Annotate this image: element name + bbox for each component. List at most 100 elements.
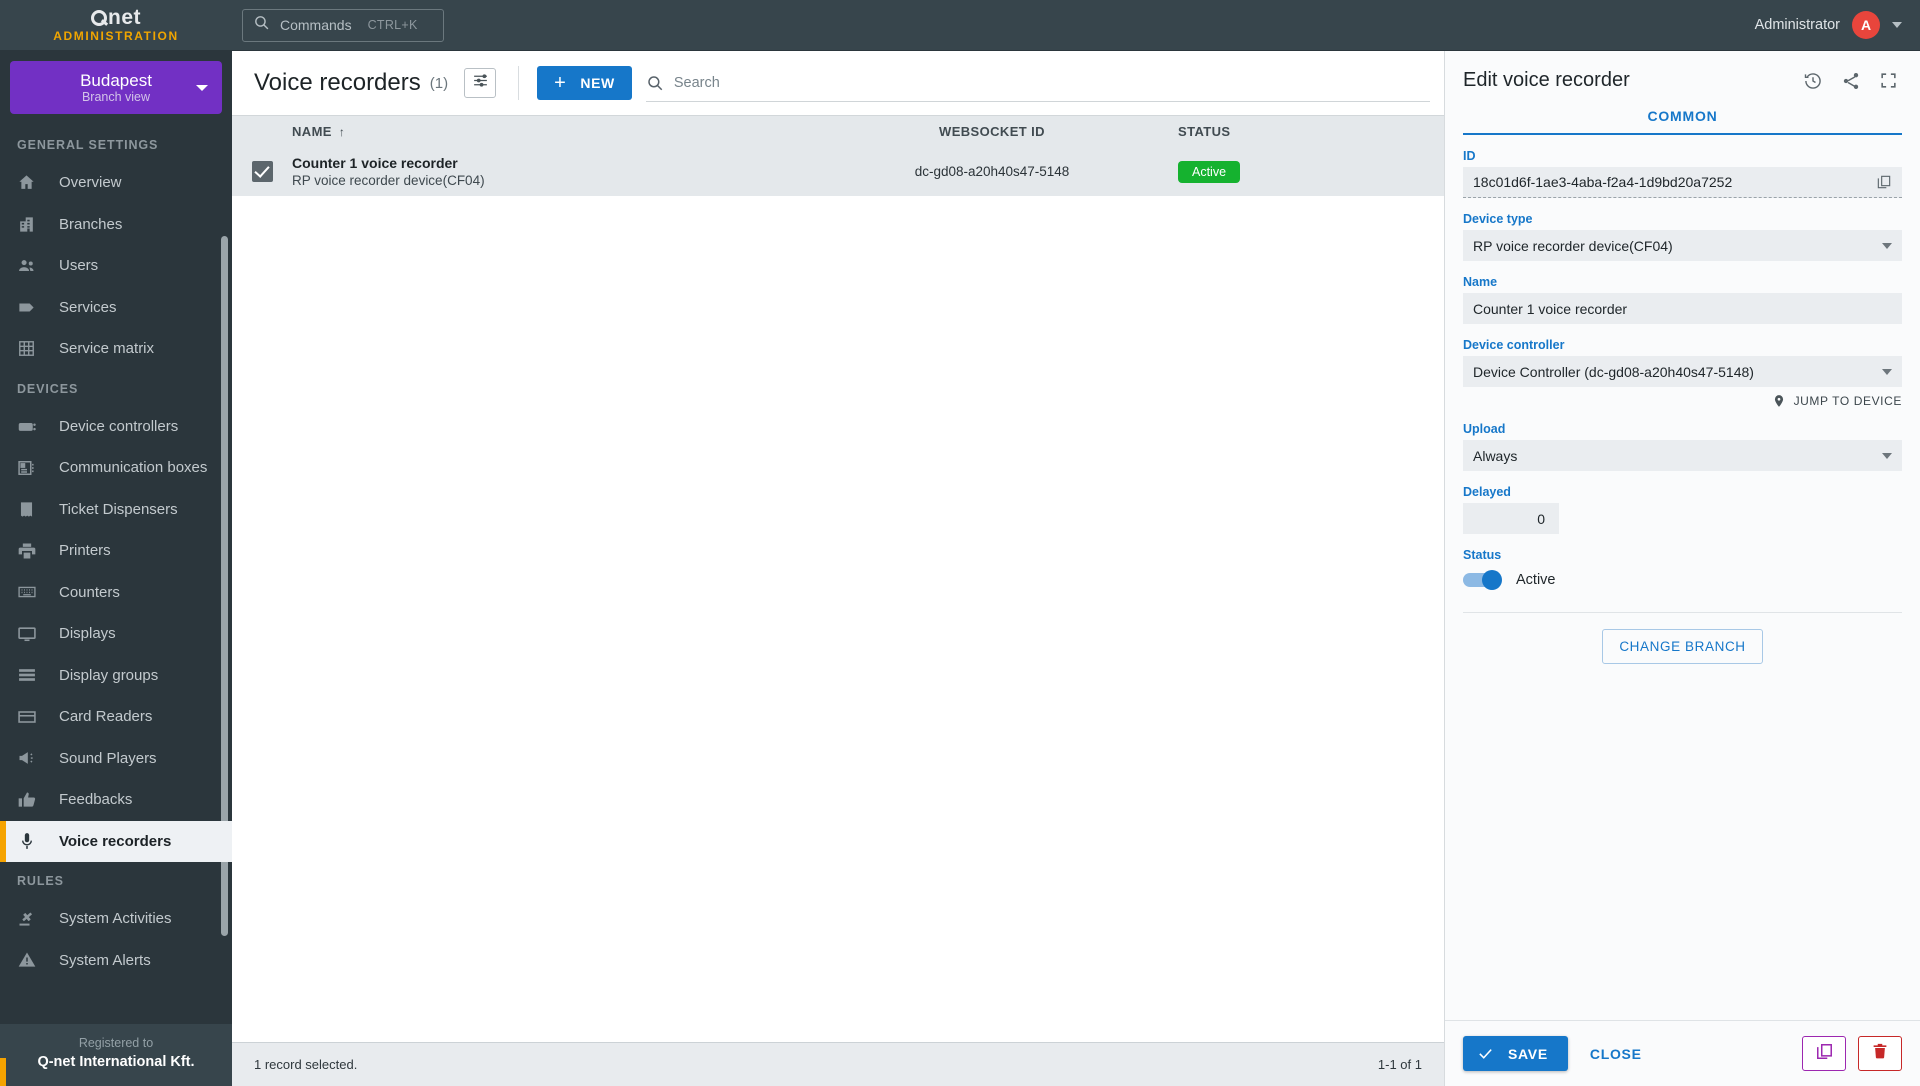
field-upload-label: Upload	[1463, 422, 1506, 436]
tab-common[interactable]: COMMON	[1647, 108, 1717, 133]
registered-to-label: Registered to	[78, 1036, 154, 1050]
chevron-down-icon	[1882, 368, 1892, 375]
sidebar-item-display-groups[interactable]: Display groups	[0, 655, 232, 697]
field-device-type-select[interactable]: RP voice recorder device(CF04)	[1463, 230, 1902, 261]
status-toggle[interactable]	[1463, 570, 1502, 590]
field-device-controller-select[interactable]: Device Controller (dc-gd08-a20h40s47-514…	[1463, 356, 1902, 387]
user-menu[interactable]: Administrator A	[1755, 11, 1902, 39]
brand-subtitle: ADMINISTRATION	[53, 29, 179, 43]
copy-icon[interactable]	[1876, 174, 1892, 190]
filter-settings-button[interactable]	[464, 68, 497, 98]
sidebar-item-system-alerts[interactable]: System Alerts	[0, 940, 232, 982]
sidebar-item-sound-players[interactable]: Sound Players	[0, 738, 232, 780]
edit-panel-tabs: COMMON	[1463, 108, 1902, 135]
field-upload-value: Always	[1473, 447, 1518, 464]
field-name-label: Name	[1463, 275, 1498, 289]
sidebar-item-label: Ticket Dispensers	[59, 500, 178, 518]
row-checkbox[interactable]	[251, 161, 273, 182]
plus-icon: +	[554, 72, 567, 94]
sidebar-item-branches[interactable]: Branches	[0, 204, 232, 246]
sidebar-item-label: Device controllers	[59, 417, 179, 435]
trash-icon	[1871, 1042, 1889, 1065]
edit-panel-header: Edit voice recorder	[1445, 51, 1920, 92]
search-icon	[253, 14, 270, 36]
sidebar-item-counters[interactable]: Counters	[0, 572, 232, 614]
sidebar-item-label: Users	[59, 257, 99, 275]
sort-ascending-icon: ↑	[338, 124, 346, 139]
list-footer: 1 record selected. 1-1 of 1	[232, 1042, 1444, 1086]
sidebar-item-card-readers[interactable]: Card Readers	[0, 696, 232, 738]
list-toolbar: Voice recorders (1) + NEW	[232, 51, 1444, 115]
sidebar-item-displays[interactable]: Displays	[0, 613, 232, 655]
chevron-down-icon	[1882, 452, 1892, 459]
edit-panel-footer: SAVE CLOSE	[1445, 1020, 1920, 1086]
field-device-controller-label: Device controller	[1463, 338, 1565, 352]
search-input[interactable]	[673, 74, 1430, 91]
edit-panel: Edit voice recorder COMMON ID 18c01d6f-1…	[1445, 51, 1920, 1086]
sidebar-item-ticket-dispensers[interactable]: Ticket Dispensers	[0, 489, 232, 531]
comm-box-icon	[17, 458, 47, 478]
sidebar-item-communication-boxes[interactable]: Communication boxes	[0, 447, 232, 489]
save-button[interactable]: SAVE	[1463, 1036, 1568, 1071]
sidebar-item-label: Service matrix	[59, 340, 155, 358]
sidebar-item-users[interactable]: Users	[0, 245, 232, 287]
column-header-websocket-id[interactable]: WEBSOCKET ID	[852, 124, 1132, 139]
share-icon[interactable]	[1841, 71, 1861, 91]
commands-search-box[interactable]: Commands CTRL+K	[242, 8, 444, 42]
save-button-label: SAVE	[1508, 1045, 1548, 1062]
monitor-icon	[17, 624, 47, 644]
fullscreen-icon[interactable]	[1879, 71, 1898, 90]
delete-button[interactable]	[1858, 1036, 1902, 1071]
column-header-status[interactable]: STATUS	[1132, 124, 1444, 139]
row-checkbox-cell[interactable]	[232, 161, 292, 182]
commands-label: Commands	[280, 17, 352, 33]
page-title: Voice recorders	[254, 69, 421, 96]
sidebar-item-service-matrix[interactable]: Service matrix	[0, 328, 232, 370]
new-button-label: NEW	[580, 75, 615, 91]
field-upload-select[interactable]: Always	[1463, 440, 1902, 471]
sidebar-section-devices: DEVICES	[17, 381, 79, 396]
sidebar-item-feedbacks[interactable]: Feedbacks	[0, 779, 232, 821]
column-header-name[interactable]: NAME ↑	[232, 124, 852, 139]
ticket-dispenser-icon	[17, 500, 47, 519]
branch-view-label: Branch view	[81, 89, 151, 104]
sidebar-item-label: Printers	[59, 542, 111, 560]
sidebar-item-voice-recorders[interactable]: Voice recorders	[0, 820, 232, 862]
search-field[interactable]	[645, 64, 1430, 102]
branch-selector[interactable]: Budapest Branch view	[10, 61, 222, 114]
card-reader-icon	[17, 707, 47, 727]
field-delayed-input[interactable]: 0	[1463, 503, 1559, 534]
sidebar-item-label: Card Readers	[59, 708, 153, 726]
field-id-input[interactable]: 18c01d6f-1ae3-4aba-f2a4-1d9bd20a7252	[1463, 167, 1902, 198]
table-row[interactable]: Counter 1 voice recorder RP voice record…	[232, 147, 1444, 196]
duplicate-button[interactable]	[1802, 1036, 1846, 1071]
sidebar-item-services[interactable]: Services	[0, 287, 232, 329]
q-logo-icon	[91, 10, 107, 26]
column-header-name-label: NAME	[292, 124, 332, 139]
building-icon	[17, 215, 47, 234]
field-device-controller-value: Device Controller (dc-gd08-a20h40s47-514…	[1473, 363, 1754, 380]
stack-icon	[17, 665, 47, 685]
status-toggle-label: Active	[1516, 572, 1556, 588]
microphone-icon	[17, 831, 47, 851]
chevron-down-icon	[196, 84, 208, 91]
map-pin-icon	[1772, 394, 1786, 408]
chevron-down-icon	[1882, 242, 1892, 249]
tag-icon	[17, 298, 47, 317]
close-button[interactable]: CLOSE	[1590, 1046, 1642, 1062]
jump-to-device-link[interactable]: JUMP TO DEVICE	[1463, 394, 1902, 408]
change-branch-button[interactable]: CHANGE BRANCH	[1602, 629, 1763, 664]
field-name-input[interactable]: Counter 1 voice recorder	[1463, 293, 1902, 324]
field-id: ID 18c01d6f-1ae3-4aba-f2a4-1d9bd20a7252	[1463, 149, 1902, 198]
sidebar-item-device-controllers[interactable]: Device controllers	[0, 406, 232, 448]
sidebar-item-system-activities[interactable]: System Activities	[0, 898, 232, 940]
app-logo: net	[91, 7, 141, 28]
field-upload: Upload Always	[1463, 422, 1902, 471]
history-icon[interactable]	[1803, 71, 1823, 91]
sidebar-item-label: Display groups	[59, 666, 159, 684]
gavel-icon	[17, 909, 47, 929]
new-button[interactable]: + NEW	[537, 66, 632, 100]
sidebar-item-overview[interactable]: Overview	[0, 162, 232, 204]
sidebar-item-label: Counters	[59, 583, 120, 601]
sidebar-item-printers[interactable]: Printers	[0, 530, 232, 572]
